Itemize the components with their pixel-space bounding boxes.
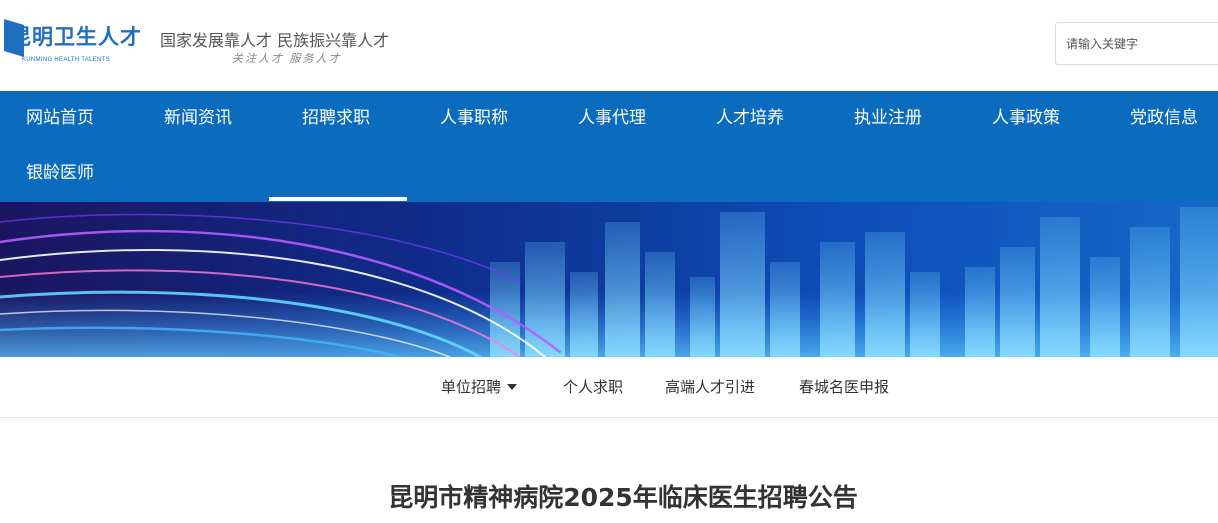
subnav-item-unit-recruitment[interactable]: 单位招聘 <box>441 357 518 417</box>
nav-item-label: 人才培养 <box>716 108 784 128</box>
nav-item-home[interactable]: 网站首页 <box>0 91 138 146</box>
site-slogan-sub: 关注人才 服务人才 <box>232 52 342 65</box>
hero-banner <box>0 202 1218 357</box>
subnav-item-label: 春城名医申报 <box>799 378 890 396</box>
nav-item-label: 人事代理 <box>578 108 646 128</box>
nav-item-news[interactable]: 新闻资讯 <box>138 91 276 146</box>
subnav-item-job-seeking[interactable]: 个人求职 <box>563 357 623 417</box>
nav-item-label: 执业注册 <box>854 108 922 128</box>
nav-item-practice-registration[interactable]: 执业注册 <box>828 91 966 146</box>
nav-item-label: 新闻资讯 <box>164 108 232 128</box>
logo-text: 昆明卫生人才 <box>10 25 142 49</box>
nav-active-indicator <box>269 197 407 201</box>
search-box <box>1055 22 1218 65</box>
nav-item-label: 人事职称 <box>440 108 508 128</box>
site-logo[interactable]: 昆明卫生人才 KUNMING HEALTH TALENTS <box>4 17 144 67</box>
site-header: 昆明卫生人才 KUNMING HEALTH TALENTS 国家发展靠人才 民族… <box>0 0 1218 91</box>
subnav-item-label: 单位招聘 <box>441 378 502 396</box>
sub-nav: 单位招聘 个人求职 高端人才引进 春城名医申报 <box>0 357 1218 418</box>
nav-item-party-info[interactable]: 党政信息 <box>1104 91 1218 146</box>
subnav-item-label: 个人求职 <box>563 378 624 396</box>
banner-image <box>0 202 1218 357</box>
subnav-item-label: 高端人才引进 <box>665 378 756 396</box>
nav-item-talent-training[interactable]: 人才培养 <box>690 91 828 146</box>
nav-item-label: 招聘求职 <box>302 108 370 128</box>
site-slogan: 国家发展靠人才 民族振兴靠人才 <box>160 31 390 50</box>
logo-subtitle: KUNMING HEALTH TALENTS <box>22 57 110 63</box>
nav-item-senior-physicians[interactable]: 银龄医师 <box>0 146 138 201</box>
nav-item-label: 银龄医师 <box>26 163 94 183</box>
nav-item-label: 网站首页 <box>26 108 94 128</box>
main-nav: 网站首页 新闻资讯 招聘求职 人事职称 人事代理 人才培养 执业注册 人事政策 … <box>0 91 1218 202</box>
search-input[interactable] <box>1056 23 1218 64</box>
subnav-item-famous-doctor[interactable]: 春城名医申报 <box>799 357 889 417</box>
nav-item-personnel-title[interactable]: 人事职称 <box>414 91 552 146</box>
nav-item-recruitment[interactable]: 招聘求职 <box>276 91 414 146</box>
article-title: 昆明市精神病院2025年临床医生招聘公告 <box>388 483 858 512</box>
subnav-item-high-end-talent[interactable]: 高端人才引进 <box>665 357 755 417</box>
nav-item-label: 人事政策 <box>992 108 1060 128</box>
nav-item-personnel-agency[interactable]: 人事代理 <box>552 91 690 146</box>
nav-item-personnel-policy[interactable]: 人事政策 <box>966 91 1104 146</box>
caret-down-icon <box>507 383 518 390</box>
nav-item-label: 党政信息 <box>1130 108 1198 128</box>
